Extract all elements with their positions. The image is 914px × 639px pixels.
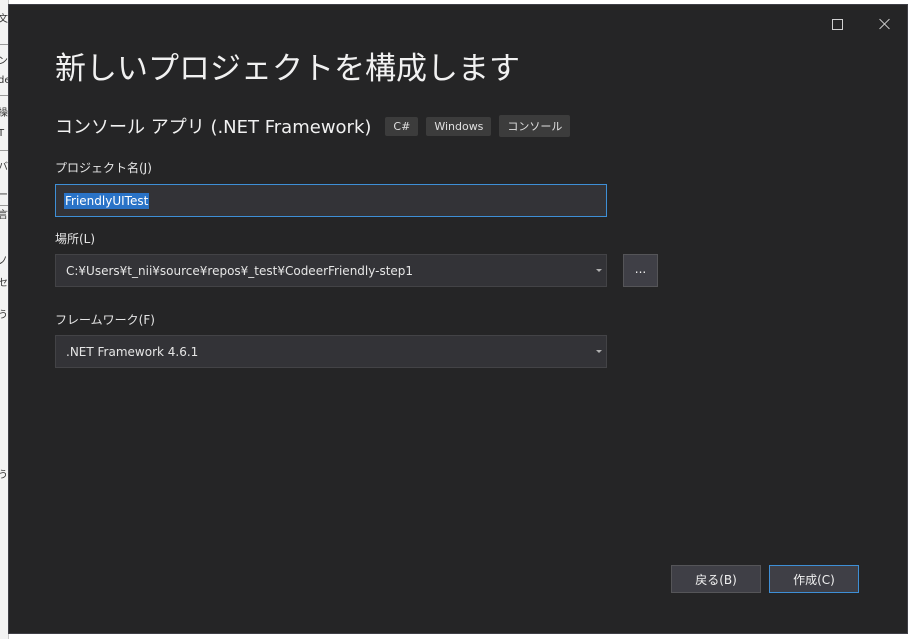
framework-label: フレームワーク(F) [55,313,155,327]
location-value: C:¥Users¥t_nii¥source¥repos¥_test¥Codeer… [66,263,414,278]
chevron-down-icon[interactable] [596,350,602,353]
bg-text: バ [0,162,8,174]
project-name-value: FriendlyUITest [64,192,150,209]
configure-project-dialog: 新しいプロジェクトを構成します コンソール アプリ (.NET Framewor… [8,4,908,634]
create-button[interactable]: 作成(C) [769,565,859,593]
maximize-button[interactable] [825,13,849,35]
back-button[interactable]: 戻る(B) [671,565,761,593]
template-name: コンソール アプリ (.NET Framework) [55,117,372,138]
bg-text: T [0,128,4,140]
tag-project-type: コンソール [499,115,571,137]
maximize-icon [831,18,843,30]
bg-text: ン [0,56,8,68]
bg-text: う [0,470,8,482]
bg-text: ー [0,190,8,202]
close-button[interactable] [873,13,897,35]
location-combobox[interactable]: C:¥Users¥t_nii¥source¥repos¥_test¥Codeer… [55,254,607,287]
close-icon [879,18,891,30]
framework-value: .NET Framework 4.6.1 [66,344,199,359]
location-label: 場所(L) [55,232,96,246]
template-info: コンソール アプリ (.NET Framework) C# Windows コン… [55,113,578,139]
bg-text: 文 [0,14,8,26]
project-name-input[interactable]: FriendlyUITest [55,184,607,217]
project-name-label: プロジェクト名(J) [55,161,152,175]
bg-divider [0,150,8,151]
bg-divider [0,95,8,96]
bg-text: 言 [0,210,8,222]
chevron-down-icon[interactable] [596,269,602,272]
tag-language: C# [385,116,419,136]
bg-text: ノ [0,256,8,268]
bg-text: う [0,310,8,322]
browse-button[interactable]: ... [623,254,658,287]
bg-text: セ [0,278,8,290]
framework-combobox[interactable]: .NET Framework 4.6.1 [55,335,607,368]
page-title: 新しいプロジェクトを構成します [55,51,520,87]
tag-platform: Windows [426,116,492,136]
bg-divider [0,44,8,45]
bg-divider [0,205,8,206]
bg-text: 操 [0,108,8,120]
